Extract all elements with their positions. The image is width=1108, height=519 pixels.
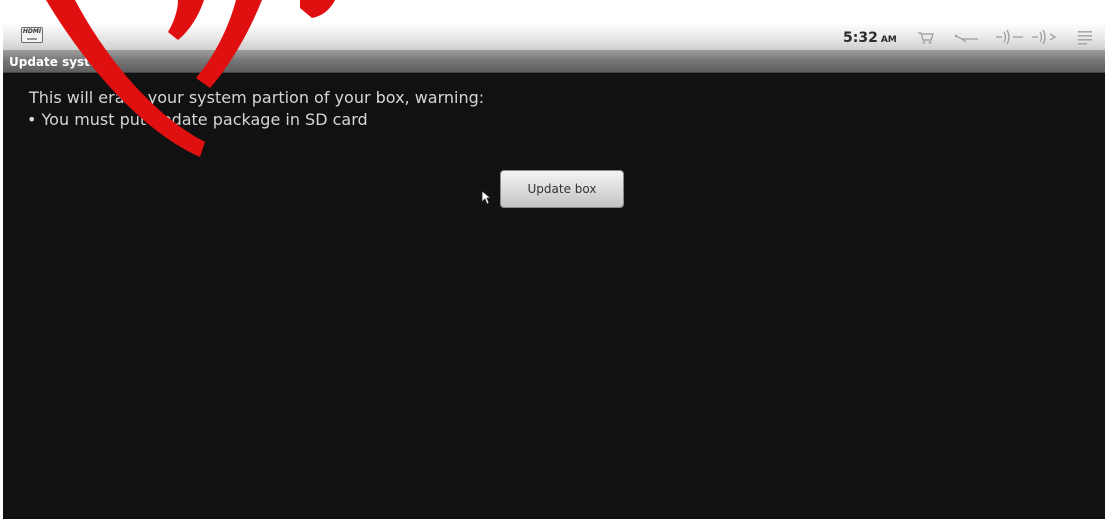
clock: 5:32 AM [843,27,897,49]
status-bar: HDMI 5:32 AM [3,24,1105,51]
update-box-button[interactable]: Update box [500,170,624,208]
clock-ampm: AM [880,35,897,45]
device-screen: HDMI 5:32 AM Update system This will era… [3,24,1105,519]
usb-icon [954,34,978,43]
instruction-text: You must put update package in SD card [41,110,368,129]
mouse-cursor-icon [481,190,491,205]
bullet-marker: • [27,110,37,129]
sound-icon [996,29,1023,45]
warning-text: This will erase your system partion of y… [29,88,485,107]
hdmi-label: HDMI [22,28,42,35]
page-title: Update system [9,55,111,69]
hdmi-plug-shape [27,38,37,40]
title-bar: Update system [3,51,1105,73]
hdmi-icon: HDMI [21,27,43,43]
clock-time: 5:32 [843,30,878,46]
instruction-list-item: • You must put update package in SD card [27,109,368,130]
menu-icon[interactable] [1077,28,1093,46]
cart-icon [918,32,934,44]
audio-out-icon [1032,29,1057,45]
